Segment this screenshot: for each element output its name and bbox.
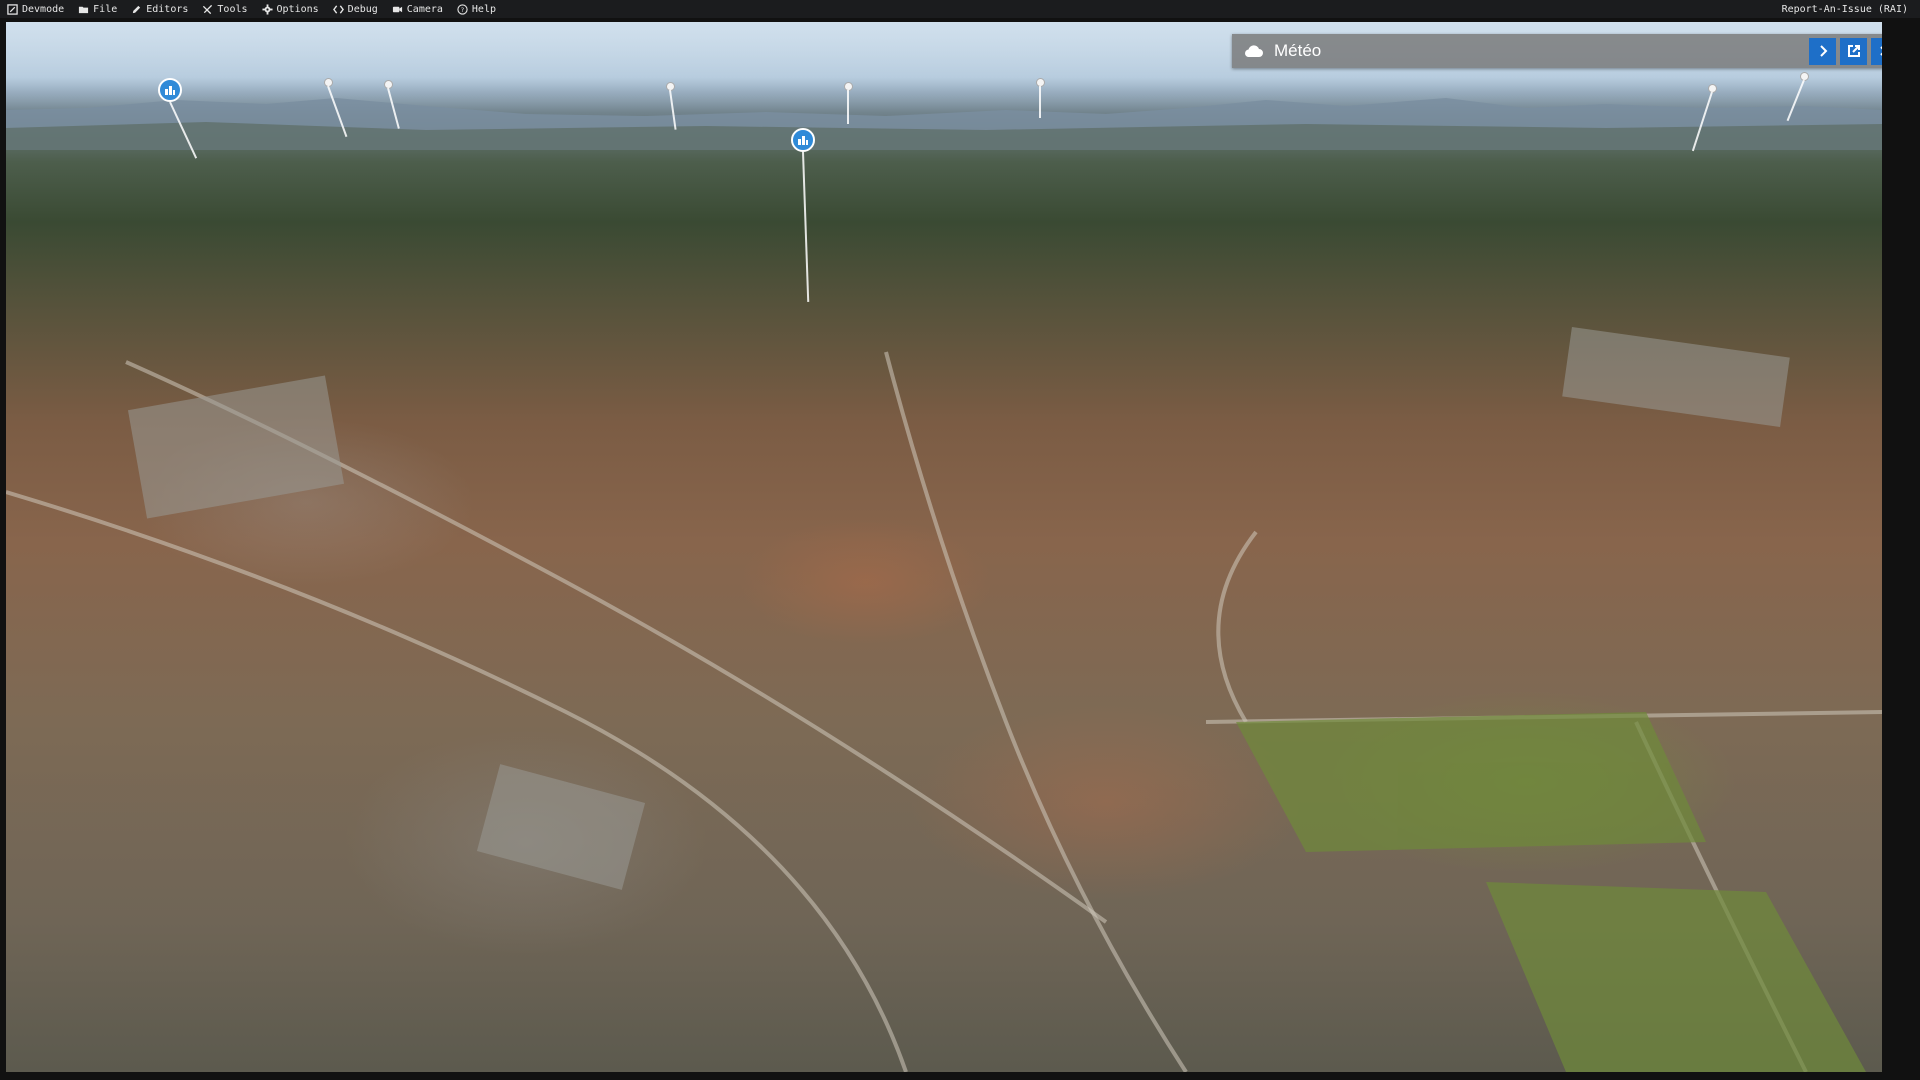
menu-file[interactable]: File xyxy=(71,0,124,18)
dev-menubar: Devmode File Editors Tools Options Debug… xyxy=(0,0,1920,18)
pencil-icon xyxy=(133,5,141,13)
menu-tools[interactable]: Tools xyxy=(195,0,254,18)
popout-panel-button[interactable] xyxy=(1840,37,1867,65)
city-poi-icon xyxy=(158,78,182,102)
menu-camera[interactable]: Camera xyxy=(385,0,450,18)
menu-file-label: File xyxy=(93,3,118,15)
frame-border-bottom xyxy=(0,1072,1920,1080)
marker-stem xyxy=(847,90,849,124)
cloud-icon xyxy=(1245,45,1263,57)
code-icon xyxy=(332,4,344,14)
devmode-icon xyxy=(7,3,18,15)
menu-help-label: Help xyxy=(471,3,496,15)
chevron-right-icon xyxy=(1819,45,1827,57)
report-issue-label: Report-An-Issue (RAI) xyxy=(1781,3,1908,15)
city-poi-icon xyxy=(791,128,815,152)
menu-editors[interactable]: Editors xyxy=(124,0,195,18)
menu-tools-label: Tools xyxy=(217,3,248,15)
frame-border-right xyxy=(1882,18,1920,1080)
menu-help[interactable]: ? Help xyxy=(450,0,503,18)
help-icon: ? xyxy=(457,3,468,15)
folder-icon xyxy=(79,6,89,13)
scene-viewport[interactable] xyxy=(6,22,1882,1072)
menu-options-label: Options xyxy=(276,3,319,15)
gear-icon xyxy=(261,3,273,15)
camera-icon xyxy=(392,6,402,12)
menu-devmode-label: Devmode xyxy=(22,3,65,15)
terrain-roads xyxy=(6,327,1882,1072)
menu-editors-label: Editors xyxy=(146,3,189,15)
weather-panel[interactable]: Météo xyxy=(1232,34,1902,68)
menu-devmode[interactable]: Devmode xyxy=(0,0,71,18)
weather-panel-title: Météo xyxy=(1274,41,1322,60)
marker-stem xyxy=(1039,86,1041,118)
report-issue-link[interactable]: Report-An-Issue (RAI) xyxy=(1775,0,1920,18)
tools-icon xyxy=(203,4,213,14)
menu-options[interactable]: Options xyxy=(255,0,326,18)
svg-text:?: ? xyxy=(461,5,464,13)
popout-icon xyxy=(1847,45,1860,57)
expand-panel-button[interactable] xyxy=(1809,37,1836,65)
menu-debug[interactable]: Debug xyxy=(326,0,385,18)
menu-debug-label: Debug xyxy=(347,3,378,15)
menu-camera-label: Camera xyxy=(406,3,443,15)
